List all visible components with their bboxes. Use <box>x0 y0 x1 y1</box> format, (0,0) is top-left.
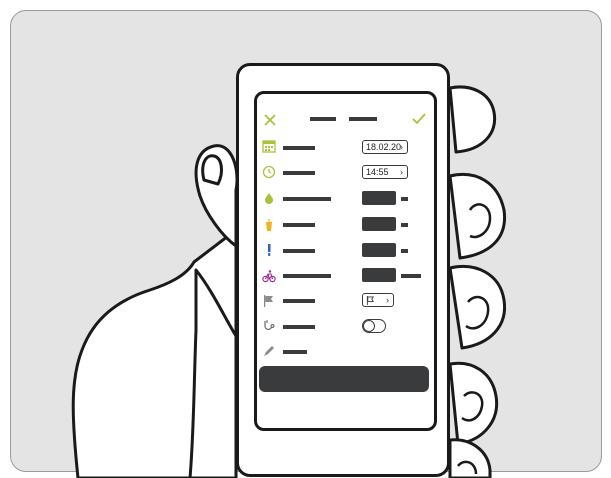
carbs-unit-placeholder <box>401 223 408 227</box>
header-title-placeholder <box>310 117 336 121</box>
note-label-placeholder <box>283 350 307 354</box>
marker-label-placeholder <box>283 299 315 303</box>
activity-input[interactable] <box>362 268 396 282</box>
carbs-label-placeholder <box>283 223 315 227</box>
header-subtitle-placeholder <box>349 117 377 121</box>
carbs-input[interactable] <box>362 217 396 231</box>
close-icon[interactable] <box>263 113 277 127</box>
insulin-label-placeholder <box>283 249 315 253</box>
clock-icon <box>262 165 276 179</box>
toggle-knob <box>363 320 375 332</box>
chevron-right-icon: › <box>386 295 389 305</box>
activity-unit-placeholder <box>401 274 421 278</box>
date-value: 18.02.20 <box>366 142 402 152</box>
glucose-input[interactable] <box>362 191 396 205</box>
bike-icon <box>262 270 276 283</box>
calendar-icon <box>262 140 276 153</box>
stethoscope-icon <box>264 320 275 330</box>
chevron-right-icon: › <box>400 142 403 152</box>
flag-icon <box>366 296 374 305</box>
glucose-unit-placeholder <box>401 197 408 201</box>
toggle-switch[interactable] <box>362 319 386 333</box>
apple-icon <box>266 219 272 231</box>
activity-label-placeholder <box>283 274 331 278</box>
insulin-unit-placeholder <box>401 249 408 253</box>
pen-icon <box>264 346 274 356</box>
glucose-label-placeholder <box>283 197 331 201</box>
date-field[interactable]: 18.02.20 › <box>362 140 408 154</box>
flag-icon <box>264 295 273 307</box>
insulin-input[interactable] <box>362 243 396 257</box>
chevron-right-icon: › <box>400 167 403 177</box>
time-field[interactable]: 14:55 › <box>362 165 408 179</box>
time-label-placeholder <box>283 171 315 175</box>
checkmark-icon[interactable] <box>412 112 426 126</box>
marker-field[interactable]: › <box>362 293 394 307</box>
syringe-icon <box>268 244 271 256</box>
drop-icon <box>265 193 273 204</box>
primary-action-button[interactable] <box>259 366 429 392</box>
time-value: 14:55 <box>366 167 389 177</box>
date-label-placeholder <box>283 146 315 150</box>
toggle-label-placeholder <box>283 325 315 329</box>
